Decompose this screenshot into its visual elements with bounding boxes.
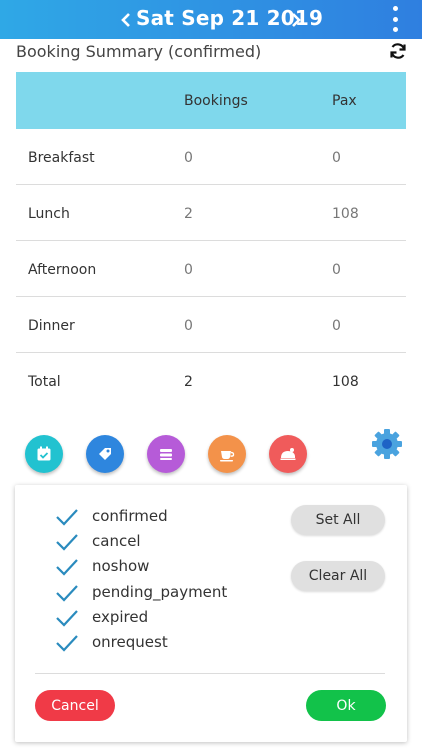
filter-option-expired[interactable]: expired xyxy=(55,607,148,629)
bookings-value: 0 xyxy=(184,262,193,278)
calendar-icon xyxy=(37,446,51,461)
checkmark-icon xyxy=(56,509,78,526)
checkmark-icon xyxy=(56,559,78,576)
filter-option-label: onrequest xyxy=(92,633,168,651)
table-row: Afternoon 0 0 xyxy=(16,241,406,297)
filter-option-label: expired xyxy=(92,608,149,626)
table-row-total: Total 2 108 xyxy=(16,353,406,409)
coffee-icon xyxy=(220,451,235,462)
layers-icon xyxy=(160,449,172,460)
pax-value: 108 xyxy=(332,206,359,222)
pax-value: 0 xyxy=(332,262,341,278)
divider xyxy=(35,673,385,674)
set-all-button[interactable]: Set All xyxy=(291,505,385,535)
checkmark-icon xyxy=(56,534,78,551)
filter-option-onrequest[interactable]: onrequest xyxy=(55,632,168,654)
table-row: Breakfast 0 0 xyxy=(16,129,406,185)
filter-option-label: pending_payment xyxy=(92,583,228,601)
row-label: Breakfast xyxy=(28,150,95,166)
summary-title: Booking Summary (confirmed) xyxy=(16,42,262,61)
category-icon-bar xyxy=(0,435,422,475)
checkmark-icon xyxy=(56,635,78,652)
chevron-right-icon xyxy=(292,12,301,27)
coffee-icon-button[interactable] xyxy=(208,435,246,473)
row-label: Dinner xyxy=(28,318,75,334)
status-filter-panel: confirmed cancel noshow pending_payment … xyxy=(15,485,407,742)
cancel-button[interactable]: Cancel xyxy=(35,690,115,721)
ok-button[interactable]: Ok xyxy=(306,690,386,721)
column-header-bookings: Bookings xyxy=(184,93,248,109)
filter-option-confirmed[interactable]: confirmed xyxy=(55,506,168,528)
calendar-icon-button[interactable] xyxy=(25,435,63,473)
dinner-icon-button[interactable] xyxy=(269,435,307,473)
filter-option-noshow[interactable]: noshow xyxy=(55,556,149,578)
tag-icon xyxy=(99,448,111,460)
chevron-left-icon xyxy=(121,12,130,27)
table-header: Bookings Pax xyxy=(16,72,406,129)
booking-summary-table: Bookings Pax Breakfast 0 0 Lunch 2 108 A… xyxy=(16,72,406,409)
bookings-value: 2 xyxy=(184,374,193,390)
pax-value: 0 xyxy=(332,150,341,166)
filter-option-label: noshow xyxy=(92,557,150,575)
bookings-value: 0 xyxy=(184,318,193,334)
bookings-value: 2 xyxy=(184,206,193,222)
refresh-icon[interactable] xyxy=(388,41,408,61)
dinner-icon xyxy=(280,448,296,460)
filter-option-cancel[interactable]: cancel xyxy=(55,531,141,553)
row-label: Total xyxy=(28,374,61,390)
filter-option-label: confirmed xyxy=(92,507,168,525)
row-label: Lunch xyxy=(28,206,70,222)
checkmark-icon xyxy=(56,610,78,627)
checkmark-icon xyxy=(56,585,78,602)
table-row: Dinner 0 0 xyxy=(16,297,406,353)
pax-value: 0 xyxy=(332,318,341,334)
tag-icon-button[interactable] xyxy=(86,435,124,473)
filter-option-label: cancel xyxy=(92,532,141,550)
next-day-button[interactable] xyxy=(286,0,306,39)
bookings-value: 0 xyxy=(184,150,193,166)
column-header-pax: Pax xyxy=(332,93,357,109)
pax-value: 108 xyxy=(332,374,359,390)
layers-icon-button[interactable] xyxy=(147,435,185,473)
table-row: Lunch 2 108 xyxy=(16,185,406,241)
app-header: Sat Sep 21 2019 xyxy=(0,0,422,39)
clear-all-button[interactable]: Clear All xyxy=(291,561,385,591)
previous-day-button[interactable] xyxy=(116,0,136,39)
filter-option-pending-payment[interactable]: pending_payment xyxy=(55,582,227,604)
row-label: Afternoon xyxy=(28,262,97,278)
more-menu-button[interactable] xyxy=(388,6,402,32)
gear-icon[interactable] xyxy=(370,427,404,461)
